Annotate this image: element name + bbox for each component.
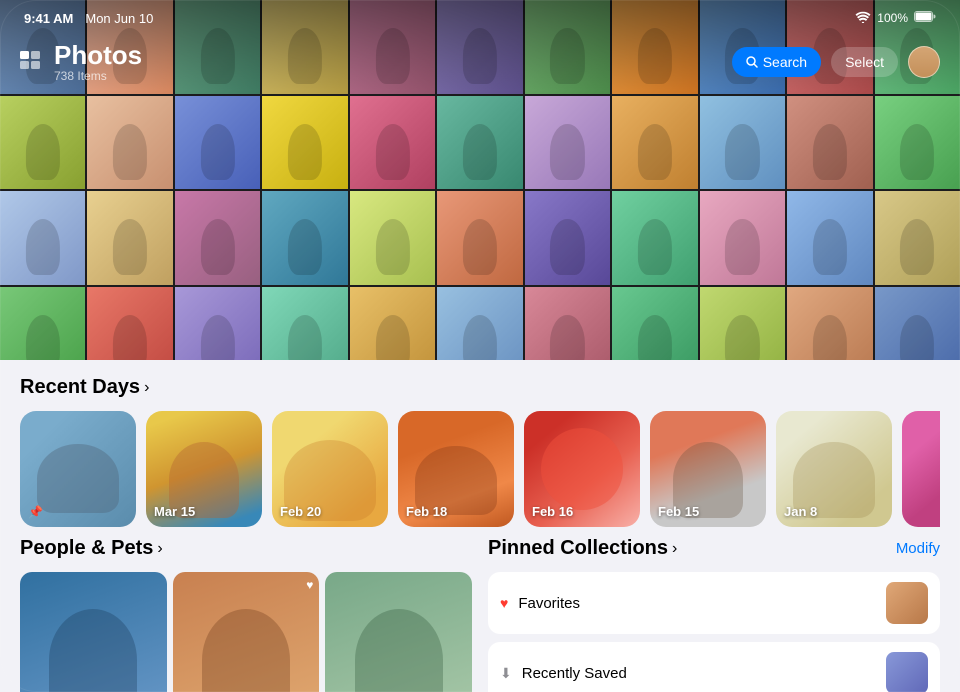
pinned-collections-section: Pinned Collections › Modify ♥ Favorites … [488,537,940,692]
pinned-collections-title[interactable]: Pinned Collections [488,537,668,560]
photo-cell[interactable] [700,191,785,285]
photo-cell[interactable] [87,96,172,190]
people-pets-header[interactable]: People & Pets › [20,537,472,560]
recent-days-header[interactable]: Recent Days › [20,376,940,399]
item-count: 738 Items [54,69,142,83]
photo-cell[interactable] [0,191,85,285]
photo-cell[interactable] [700,96,785,190]
nav-right[interactable]: Search Select [732,46,940,78]
battery-percentage: 100% [877,11,908,25]
page-title: Photos [54,41,142,70]
collection-row-favorites[interactable]: ♥ Favorites [488,572,940,634]
photo-cell[interactable] [262,191,347,285]
avatar-face [909,47,939,77]
photo-cell[interactable] [787,96,872,190]
person-bg [325,572,472,692]
collection-thumb-favorites [886,582,928,624]
recent-days-chevron[interactable]: › [144,379,149,397]
photo-cell[interactable] [175,191,260,285]
battery-icon [914,9,936,27]
pinned-collections-header[interactable]: Pinned Collections › Modify [488,537,940,560]
person-card-3[interactable] [325,572,472,692]
search-button[interactable]: Search [732,47,821,77]
nav-bar: Photos 738 Items Search Select [0,36,960,88]
day-card-jan8[interactable]: Jan 8 [776,411,892,527]
collection-name-recently-saved: Recently Saved [522,665,876,682]
day-card-label-feb16: Feb 16 [532,504,573,519]
photo-cell[interactable] [437,96,522,190]
nav-left: Photos 738 Items [20,41,142,84]
day-card-label-feb20: Feb 20 [280,504,321,519]
days-row[interactable]: 📌 Mar 15 Feb 20 Feb 18 [20,411,940,527]
photo-cell[interactable] [262,96,347,190]
nav-title-group: Photos 738 Items [54,41,142,84]
photo-cell[interactable] [787,191,872,285]
photo-cell[interactable] [875,96,960,190]
day-card-feb18[interactable]: Feb 18 [398,411,514,527]
recent-days-title[interactable]: Recent Days [20,376,140,399]
bottom-sections-row: People & Pets › ♥ [0,537,960,692]
avatar[interactable] [908,46,940,78]
grid-view-icon[interactable] [20,51,42,74]
modify-button[interactable]: Modify [896,540,940,557]
status-date: Mon Jun 10 [85,11,153,26]
photo-cell[interactable] [875,191,960,285]
photo-cell[interactable] [612,96,697,190]
recent-days-section: Recent Days › 📌 Mar 15 [0,360,960,537]
photo-cell[interactable] [612,191,697,285]
day-card-feb15[interactable]: Feb 15 [650,411,766,527]
heart-badge: ♥ [306,578,313,592]
search-label: Search [763,54,807,70]
pinned-header-left: Pinned Collections › [488,537,677,560]
person-card-2[interactable]: ♥ [173,572,320,692]
person-card-1[interactable] [20,572,167,692]
photo-cell[interactable] [175,96,260,190]
collection-row-recently-saved[interactable]: ⬇ Recently Saved [488,642,940,692]
person-bg [173,572,320,692]
people-grid[interactable]: ♥ [20,572,472,692]
wifi-icon [855,11,871,26]
select-button[interactable]: Select [831,47,898,77]
collection-name-favorites: Favorites [518,595,876,612]
people-pets-title[interactable]: People & Pets [20,537,153,560]
people-pets-section: People & Pets › ♥ [20,537,472,692]
day-card-bg [902,411,940,527]
collection-thumb-recently-saved [886,652,928,692]
photo-cell[interactable] [350,96,435,190]
photo-cell[interactable] [0,96,85,190]
day-card-pin-icon: 📌 [28,505,43,519]
status-bar: 9:41 AM Mon Jun 10 100% [0,0,960,36]
day-card-label-mar15: Mar 15 [154,504,195,519]
day-card-feb20[interactable]: Feb 20 [272,411,388,527]
day-card-mar15[interactable]: Mar 15 [146,411,262,527]
status-right: 100% [855,9,936,27]
day-card-pinned[interactable]: 📌 [20,411,136,527]
day-card-label-jan8: Jan 8 [784,504,817,519]
favorites-heart-icon: ♥ [500,595,508,611]
photo-cell[interactable] [525,191,610,285]
person-bg [20,572,167,692]
pinned-collections-chevron[interactable]: › [672,540,677,558]
status-time: 9:41 AM [24,11,73,26]
recently-saved-icon: ⬇ [500,665,512,682]
photo-cell[interactable] [87,191,172,285]
day-card-label-feb18: Feb 18 [406,504,447,519]
main-content: Recent Days › 📌 Mar 15 [0,360,960,692]
day-card-extra[interactable] [902,411,940,527]
photo-cell[interactable] [437,191,522,285]
day-card-feb16[interactable]: Feb 16 [524,411,640,527]
status-left: 9:41 AM Mon Jun 10 [24,11,153,26]
photo-cell[interactable] [350,191,435,285]
people-pets-chevron[interactable]: › [157,540,162,558]
day-card-label-feb15: Feb 15 [658,504,699,519]
photo-cell[interactable] [525,96,610,190]
